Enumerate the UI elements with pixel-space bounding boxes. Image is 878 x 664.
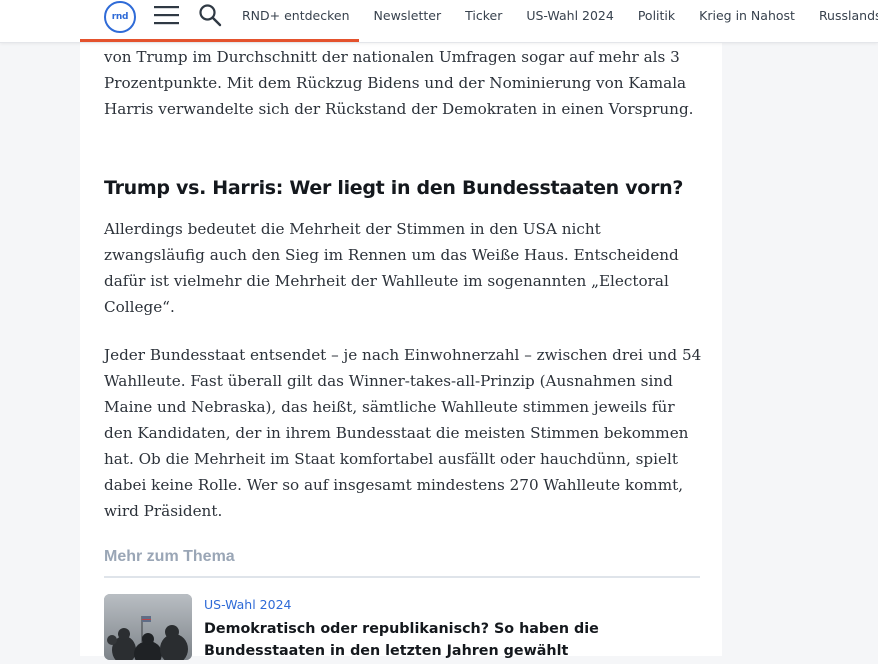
related-topics-heading: Mehr zum Thema bbox=[104, 548, 235, 565]
article-body: von Trump im Durchschnitt der nationalen… bbox=[80, 0, 722, 660]
related-article-teaser[interactable]: US-Wahl 2024 Demokratisch oder republika… bbox=[104, 594, 704, 664]
teaser-title-link[interactable]: Demokratisch oder republikanisch? So hab… bbox=[204, 618, 704, 662]
nav-item-ticker[interactable]: Ticker bbox=[465, 8, 502, 23]
teaser-image[interactable] bbox=[104, 594, 192, 660]
main-navigation: RND+ entdecken Newsletter Ticker US-Wahl… bbox=[242, 0, 878, 30]
nav-item-us-wahl[interactable]: US-Wahl 2024 bbox=[526, 8, 614, 23]
logo-text: rnd bbox=[111, 12, 129, 22]
teaser-kicker[interactable]: US-Wahl 2024 bbox=[204, 597, 704, 612]
nav-item-politik[interactable]: Politik bbox=[638, 8, 675, 23]
nav-item-rnd-plus[interactable]: RND+ entdecken bbox=[242, 8, 350, 23]
article-paragraph: von Trump im Durchschnitt der nationalen… bbox=[104, 48, 694, 118]
article-paragraph: Allerdings bedeutet die Mehrheit der Sti… bbox=[104, 220, 679, 316]
section-heading: Trump vs. Harris: Wer liegt in den Bunde… bbox=[104, 177, 684, 199]
divider bbox=[104, 576, 700, 578]
search-icon[interactable] bbox=[198, 3, 222, 27]
rnd-logo[interactable]: rnd bbox=[104, 1, 136, 33]
nav-item-newsletter[interactable]: Newsletter bbox=[374, 8, 442, 23]
site-header: rnd RND+ entdecken Newsletter Ticker US-… bbox=[0, 0, 878, 43]
reading-progress-bar bbox=[0, 39, 878, 42]
hamburger-menu-icon[interactable] bbox=[154, 5, 179, 25]
nav-item-russlands-krieg[interactable]: Russlands Krieg bbox=[819, 8, 878, 23]
nav-item-krieg-in-nahost[interactable]: Krieg in Nahost bbox=[699, 8, 795, 23]
reading-progress-fill bbox=[80, 39, 359, 42]
article-paragraph: Jeder Bundesstaat entsendet – je nach Ei… bbox=[104, 346, 702, 520]
